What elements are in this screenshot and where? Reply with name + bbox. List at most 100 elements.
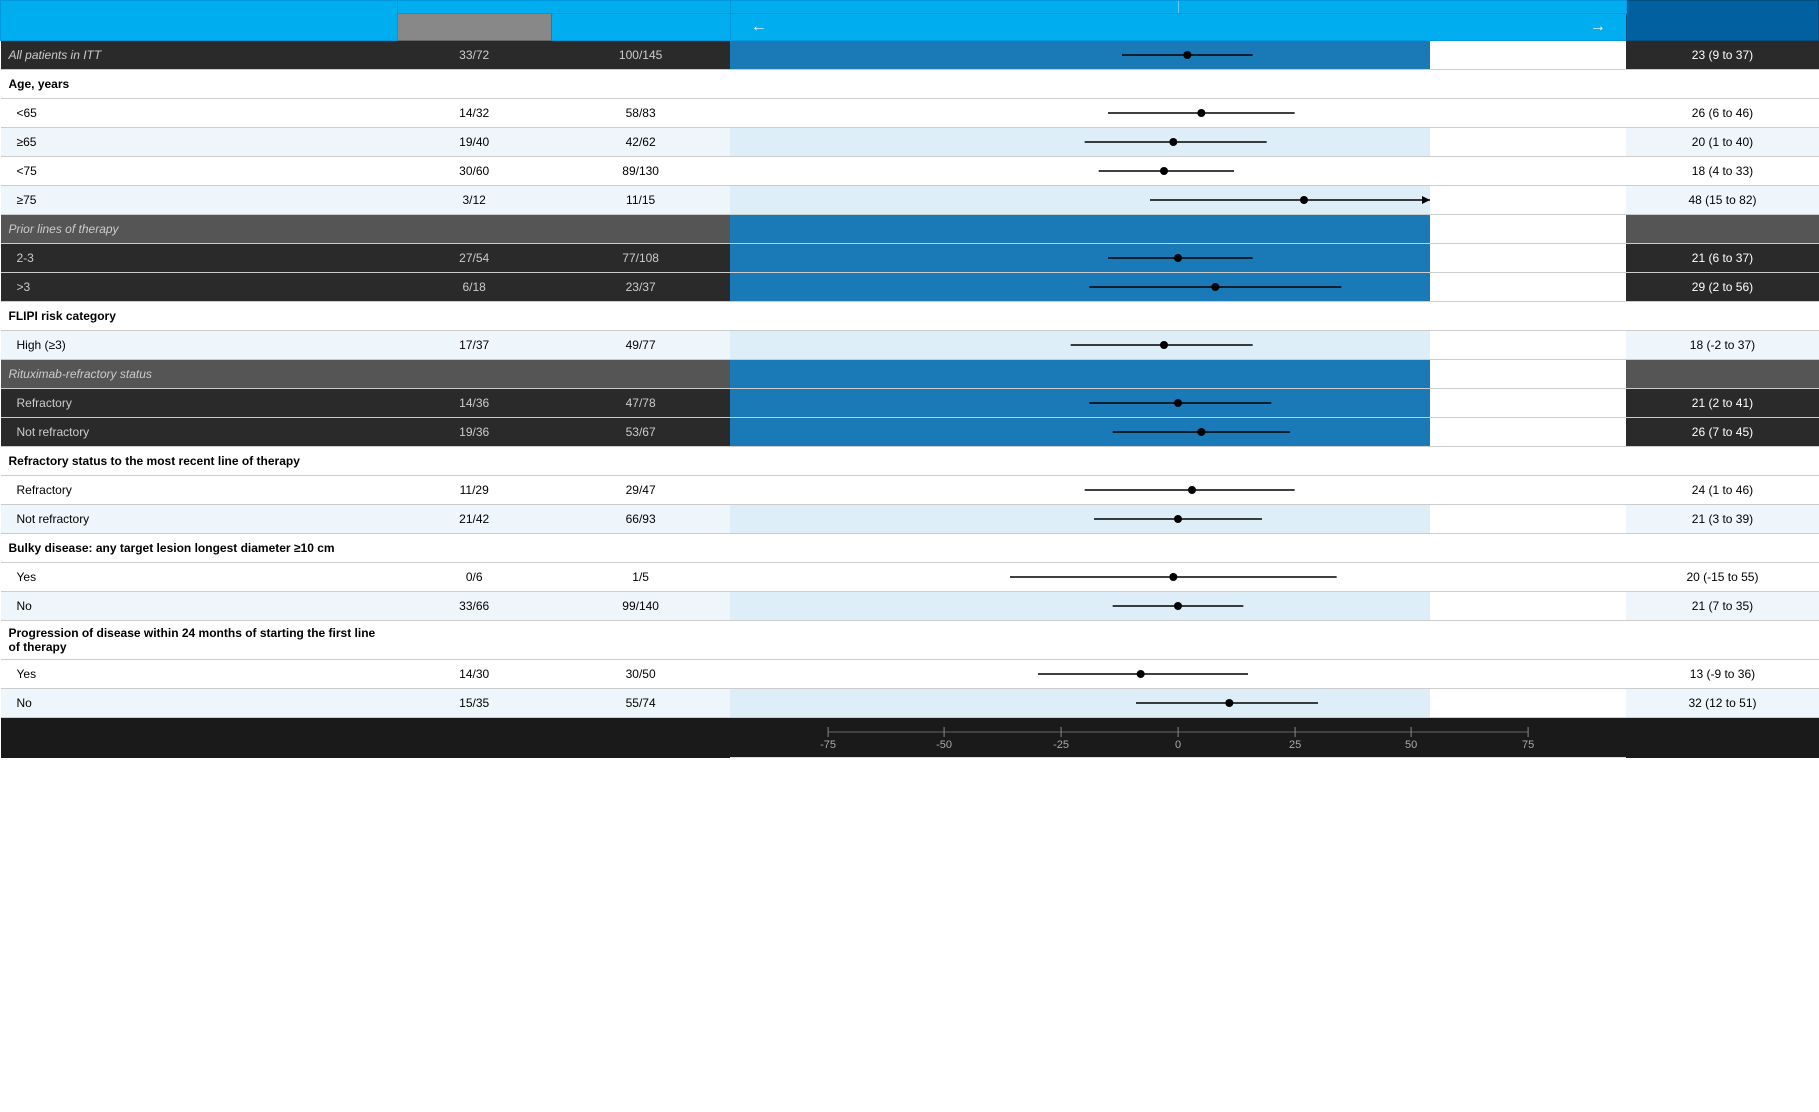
table-row: Yes 14/30 30/50 13 (-9 to 36) [1,660,1819,689]
obi-value [397,302,551,331]
risk-diff-value: 21 (3 to 39) [1626,505,1818,534]
bru-value: 23/37 [551,273,730,302]
bru-value: 58/83 [551,99,730,128]
favors-arrow-row: ← → [730,14,1626,41]
table-row: Prior lines of therapy [1,215,1819,244]
subgroup-cell: ≥75 [1,186,398,215]
forest-plot-table: ← → All patients in ITT 33/72 100/145 23… [0,0,1819,758]
forest-cell [730,447,1626,476]
table-footer: -75 -50 -25 0 25 50 75 [1,718,1819,758]
risk-diff-value [1626,70,1818,99]
subgroup-cell: Yes [1,563,398,592]
subgroup-cell: >3 [1,273,398,302]
table-row: Bulky disease: any target lesion longest… [1,534,1819,563]
bru-value: 66/93 [551,505,730,534]
response-patients-header [397,1,730,14]
table-row: Not refractory 21/42 66/93 21 (3 to 39) [1,505,1819,534]
obi-value: 33/72 [397,41,551,70]
obi-value: 3/12 [397,186,551,215]
forest-cell [730,689,1626,718]
forest-cell [730,331,1626,360]
table-row: Progression of disease within 24 months … [1,621,1819,660]
subgroup-cell: Not refractory [1,505,398,534]
table-row: No 15/35 55/74 32 (12 to 51) [1,689,1819,718]
risk-diff-value: 24 (1 to 46) [1626,476,1818,505]
left-arrow: ← [731,18,767,36]
obi-value: 19/36 [397,418,551,447]
forest-cell [730,128,1626,157]
obi-value: 6/18 [397,273,551,302]
header-row-1 [1,1,1819,14]
obi-value: 21/42 [397,505,551,534]
risk-diff-value [1626,360,1818,389]
risk-diff-value: 21 (7 to 35) [1626,592,1818,621]
obi-value: 14/32 [397,99,551,128]
obi-value [397,70,551,99]
obi-value: 17/37 [397,331,551,360]
bru-value: 55/74 [551,689,730,718]
bru-value: 29/47 [551,476,730,505]
forest-cell [730,41,1626,70]
bru-value: 53/67 [551,418,730,447]
subgroup-cell: ≥65 [1,128,398,157]
favors-bru-label [1179,1,1626,13]
subgroup-cell: FLIPI risk category [1,302,398,331]
bru-value: 99/140 [551,592,730,621]
obi-value [397,621,551,660]
obi-value: 15/35 [397,689,551,718]
bru-value: 30/50 [551,660,730,689]
table-row: >3 6/18 23/37 29 (2 to 56) [1,273,1819,302]
risk-diff-value: 20 (1 to 40) [1626,128,1818,157]
subgroup-cell: Yes [1,660,398,689]
bru-value [551,621,730,660]
risk-diff-header [1626,1,1818,41]
obi-value [397,447,551,476]
table-row: Refractory status to the most recent lin… [1,447,1819,476]
favors-obi-label [731,1,1179,13]
forest-cell [730,505,1626,534]
obi-value: 33/66 [397,592,551,621]
risk-diff-value: 29 (2 to 56) [1626,273,1818,302]
subgroup-cell: 2-3 [1,244,398,273]
risk-diff-value [1626,534,1818,563]
obi-value: 11/29 [397,476,551,505]
table-row: All patients in ITT 33/72 100/145 23 (9 … [1,41,1819,70]
table-row: 2-3 27/54 77/108 21 (6 to 37) [1,244,1819,273]
obi-value: 0/6 [397,563,551,592]
table-row: ≥65 19/40 42/62 20 (1 to 40) [1,128,1819,157]
svg-text:75: 75 [1522,739,1534,750]
subgroup-cell: All patients in ITT [1,41,398,70]
risk-diff-value: 32 (12 to 51) [1626,689,1818,718]
risk-diff-value: 18 (-2 to 37) [1626,331,1818,360]
subgroup-cell: Refractory [1,389,398,418]
subgroup-header [1,1,398,41]
risk-diff-value: 13 (-9 to 36) [1626,660,1818,689]
risk-diff-value: 21 (2 to 41) [1626,389,1818,418]
bru-value [551,215,730,244]
svg-text:-75: -75 [820,739,836,750]
forest-cell [730,157,1626,186]
risk-diff-value [1626,302,1818,331]
table-row: High (≥3) 17/37 49/77 18 (-2 to 37) [1,331,1819,360]
subgroup-cell: Refractory status to the most recent lin… [1,447,398,476]
svg-text:-25: -25 [1053,739,1069,750]
forest-cell [730,273,1626,302]
risk-diff-value: 20 (-15 to 55) [1626,563,1818,592]
obi-value: 14/30 [397,660,551,689]
svg-text:25: 25 [1289,739,1301,750]
table-row: Not refractory 19/36 53/67 26 (7 to 45) [1,418,1819,447]
forest-cell [730,389,1626,418]
bru-value [551,447,730,476]
subgroup-cell: Not refractory [1,418,398,447]
forest-cell [730,592,1626,621]
forest-cell [730,660,1626,689]
svg-text:-50: -50 [936,739,952,750]
svg-text:0: 0 [1175,739,1181,750]
risk-diff-value: 48 (15 to 82) [1626,186,1818,215]
bru-value [551,360,730,389]
subgroup-cell: Bulky disease: any target lesion longest… [1,534,398,563]
bru-value: 1/5 [551,563,730,592]
subgroup-cell: Refractory [1,476,398,505]
subgroup-cell: No [1,689,398,718]
forest-cell [730,244,1626,273]
